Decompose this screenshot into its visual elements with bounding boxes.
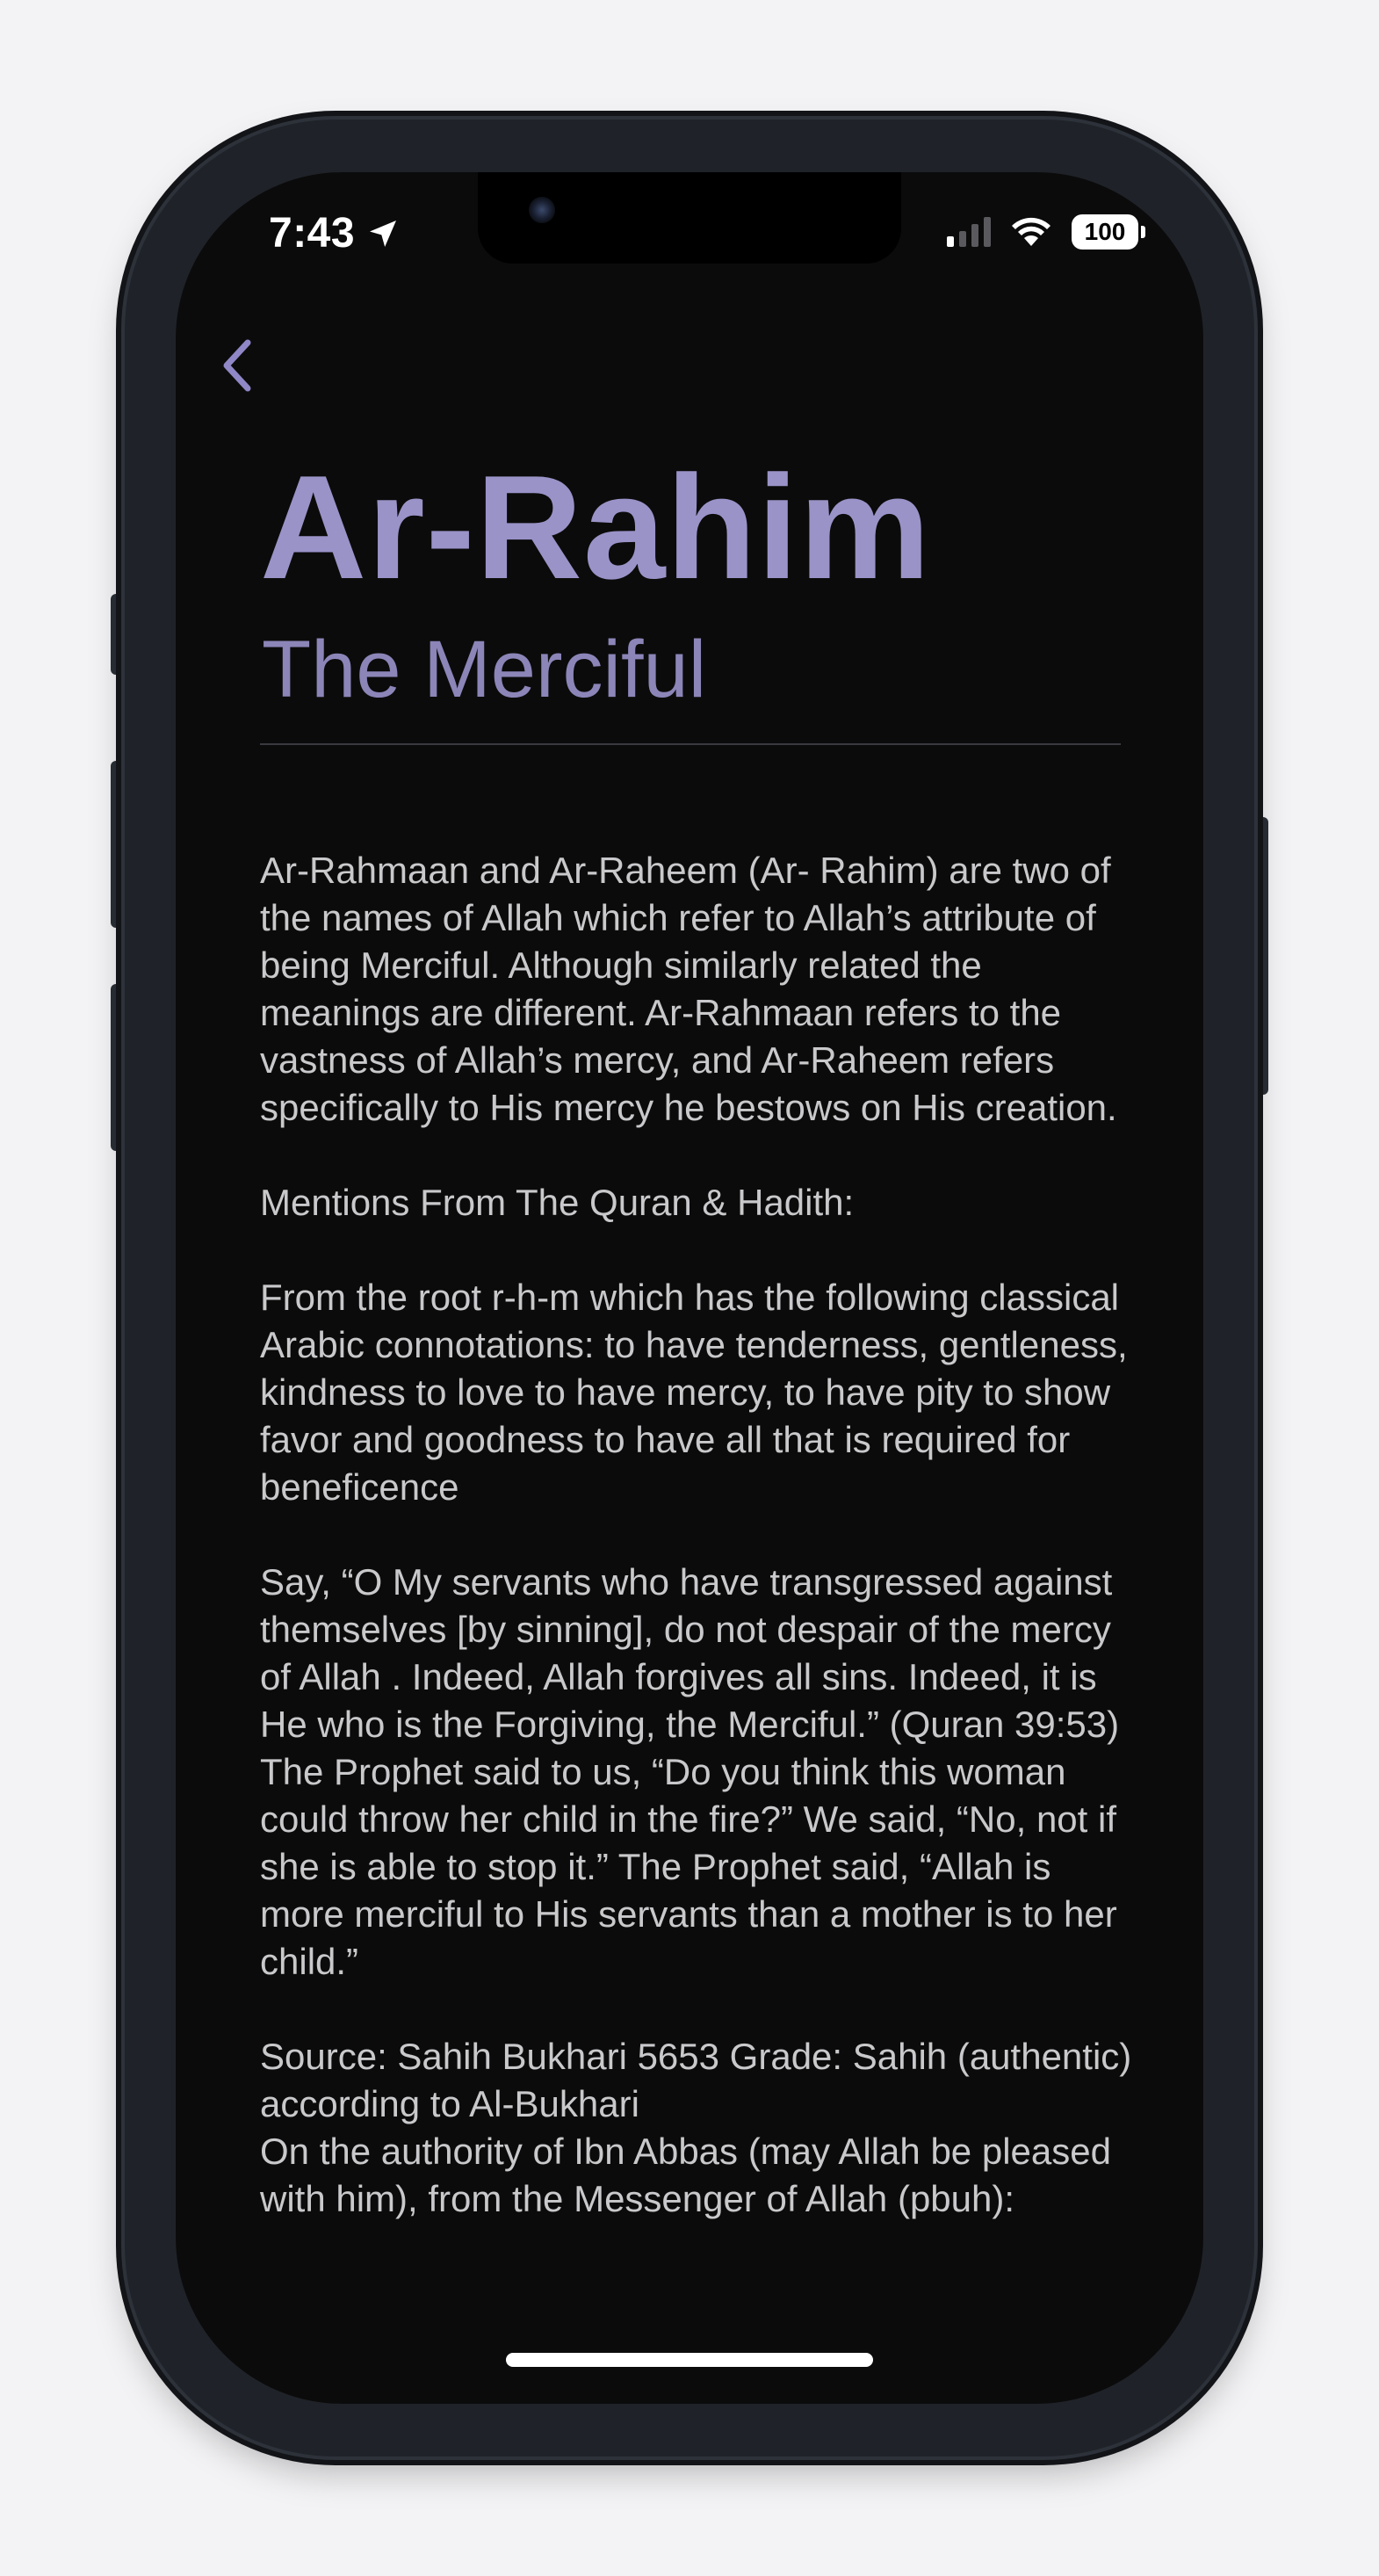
back-button[interactable] (218, 330, 288, 401)
paragraph-intro: Ar-Rahmaan and Ar-Raheem (Ar- Rahim) are… (260, 850, 1117, 1128)
battery-level: 100 (1084, 218, 1126, 245)
status-time-group: 7:43 (269, 209, 401, 257)
paragraph-root-meaning: From the root r-h-m which has the follow… (260, 1277, 1128, 1508)
paragraph-mentions-heading: Mentions From The Quran & Hadith: (260, 1182, 855, 1223)
status-bar: 7:43 100 (176, 172, 1203, 278)
status-time: 7:43 (269, 210, 356, 257)
page-subtitle: The Merciful (262, 625, 707, 714)
silent-switch (111, 594, 123, 675)
location-arrow-icon (370, 220, 397, 247)
paragraph-source: Source: Sahih Bukhari 5653 Grade: Sahih … (260, 2036, 1132, 2219)
description-body: Ar-Rahmaan and Ar-Raheem (Ar- Rahim) are… (260, 847, 1138, 2270)
app-screen: 7:43 100 Ar-Rahim The Merciful Ar-Rahmaa… (176, 172, 1203, 2404)
paragraph-quran-hadith: Say, “O My servants who have transgresse… (260, 1561, 1120, 1982)
volume-down-button (111, 984, 123, 1151)
page-title: Ar-Rahim (260, 445, 932, 610)
power-button (1256, 817, 1268, 1095)
chevron-left-icon (223, 339, 251, 392)
title-divider (260, 743, 1121, 745)
battery-icon: 100 (1072, 214, 1145, 250)
status-indicators: 100 (947, 214, 1145, 250)
volume-up-button (111, 761, 123, 928)
cellular-signal-icon (947, 217, 991, 247)
wifi-icon (1012, 217, 1050, 246)
home-indicator[interactable] (506, 2353, 873, 2367)
